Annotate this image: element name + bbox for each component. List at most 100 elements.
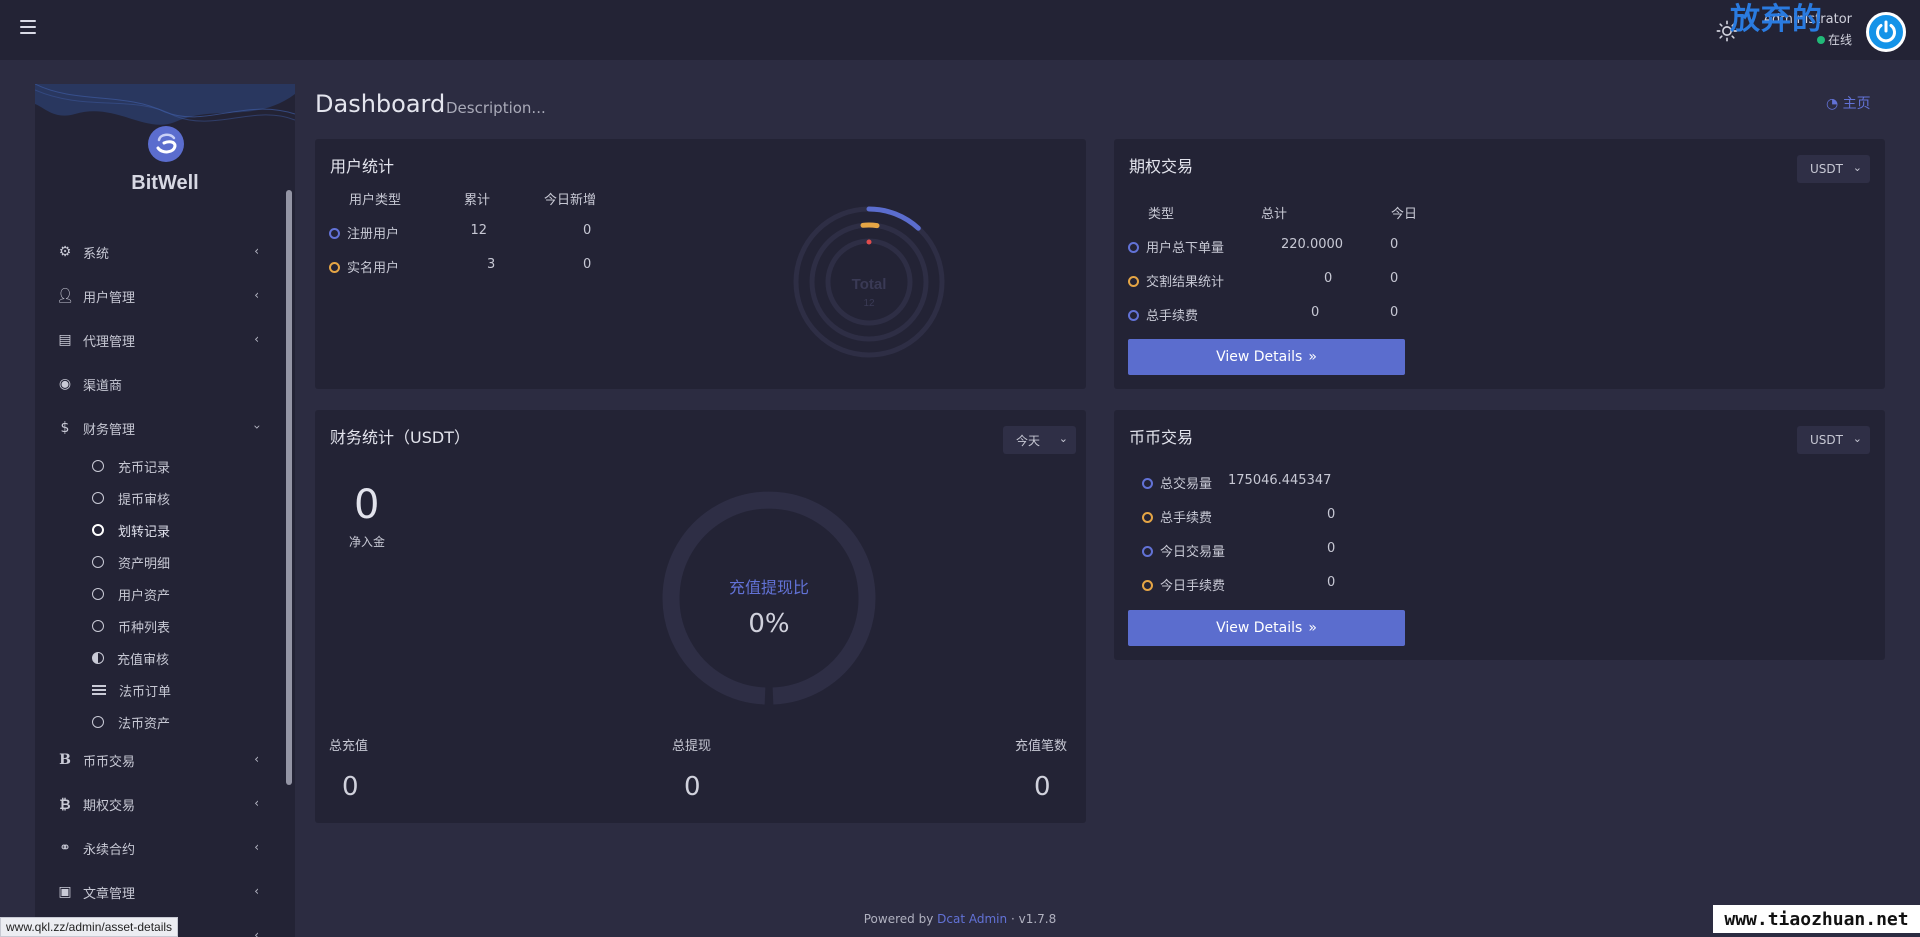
sidebar-item-label: 永续合约 [83, 842, 136, 858]
row-today: 0 [1390, 271, 1399, 286]
column-header: 类型 [1148, 207, 1175, 222]
row-total: 0 [1311, 305, 1320, 320]
period-select[interactable]: 今天 ⌄ [1003, 426, 1076, 454]
total-withdraw-value: 0 [684, 772, 701, 802]
avatar[interactable] [1866, 12, 1906, 52]
chevron-left-icon: ‹ [254, 332, 259, 346]
double-chevron-right-icon: » [1308, 620, 1317, 636]
view-details-button[interactable]: View Details » [1128, 610, 1405, 646]
sidebar-item-articles[interactable]: ▣ 文章管理 ‹ [35, 870, 287, 914]
row-type-label: 实名用户 [347, 261, 400, 276]
sidebar-item-finance[interactable]: $ 财务管理 ‹ [35, 406, 287, 450]
sidebar-item-label: 财务管理 [83, 422, 136, 438]
link-icon: ⚭ [59, 840, 71, 856]
legend-dot-blue [1128, 310, 1139, 321]
chevron-left-icon: ‹ [254, 244, 259, 258]
view-details-button[interactable]: View Details » [1128, 339, 1405, 375]
chart-total-value: 12 [863, 298, 875, 309]
row-type: 注册用户 [329, 223, 399, 242]
deposit-count-label: 充值笔数 [1015, 739, 1068, 754]
power-icon [1876, 20, 1896, 43]
sidebar-item-label: 代理管理 [83, 334, 136, 350]
footer-brand-link[interactable]: Dcat Admin [937, 912, 1007, 926]
circle-icon [92, 588, 104, 600]
sidebar-subitem-label: 用户资产 [118, 588, 171, 604]
sidebar-item-system[interactable]: ⚙ 系统 ‹ [35, 230, 287, 274]
coin-trade-card: 币币交易 USDT ⌄ 总交易量 175046.445347 总手续费 0 今日… [1114, 410, 1885, 660]
overlay-watermark: 放弃的 [1730, 2, 1823, 37]
sidebar-subitem-fiat-orders[interactable]: 法币订单 [35, 674, 287, 706]
row-total: 3 [487, 257, 496, 272]
card-title: 财务统计（USDT） [330, 428, 470, 447]
list-item: 今日手续费 0 [1142, 575, 1442, 595]
user-circle-icon: ◉ [58, 376, 72, 392]
row-total: 220.0000 [1281, 237, 1344, 252]
row-value: 0 [1327, 507, 1336, 522]
currency-select[interactable]: USDT ⌄ [1797, 155, 1870, 183]
chevron-down-icon: ‹ [249, 424, 264, 430]
sidebar-item-perpetual[interactable]: ⚭ 永续合约 ‹ [35, 826, 287, 870]
circle-icon [92, 620, 104, 632]
sidebar-subitem-user-assets[interactable]: 用户资产 [35, 578, 287, 610]
row-label-text: 今日交易量 [1160, 545, 1226, 560]
sidebar-subitem-label: 法币资产 [118, 716, 171, 732]
chevron-down-icon: ⌄ [1058, 432, 1068, 445]
dollar-icon: $ [60, 420, 70, 436]
column-header: 今日 [1391, 207, 1418, 222]
legend-dot-yellow [329, 262, 340, 273]
sidebar-item-users[interactable]: 👤︎ 用户管理 ‹ [35, 274, 287, 318]
bold-b-icon: B [59, 752, 71, 768]
sidebar-item-label: 系统 [83, 246, 110, 262]
double-chevron-right-icon: » [1308, 349, 1317, 365]
list-item: 总交易量 175046.445347 [1142, 473, 1442, 493]
sidebar-scrollbar[interactable] [286, 190, 292, 785]
currency-select[interactable]: USDT ⌄ [1797, 426, 1870, 454]
status-bar-url: www.qkl.zz/admin/asset-details [0, 917, 179, 937]
menu-toggle-icon[interactable] [20, 20, 36, 34]
row-label-text: 今日手续费 [1160, 579, 1226, 594]
table-row: 注册用户 12 0 [329, 223, 629, 243]
sidebar-subitem-currency-list[interactable]: 币种列表 [35, 610, 287, 642]
row-label: 今日交易量 [1142, 541, 1225, 560]
row-value: 175046.445347 [1228, 473, 1332, 488]
sidebar-item-channel[interactable]: ◉ 渠道商 [35, 362, 287, 406]
net-inflow-value: 0 [354, 482, 380, 528]
ratio-value: 0% [748, 609, 789, 639]
sidebar-subitem-withdraw-review[interactable]: 提币审核 [35, 482, 287, 514]
sidebar-subitem-asset-details[interactable]: 资产明细 [35, 546, 287, 578]
chevron-left-icon: ‹ [254, 928, 259, 937]
sidebar-item-label: 币币交易 [83, 754, 136, 770]
sidebar-subitem-deposit-records[interactable]: 充币记录 [35, 450, 287, 482]
legend-dot-blue [1142, 546, 1153, 557]
row-type: 总手续费 [1128, 305, 1198, 324]
sidebar-subitem-label: 划转记录 [118, 524, 171, 540]
row-type: 交割结果统计 [1128, 271, 1224, 290]
sidebar-subitem-recharge-review[interactable]: 充值审核 [35, 642, 287, 674]
sidebar-subitem-fiat-assets[interactable]: 法币资产 [35, 706, 287, 738]
sidebar: BitWell ⚙ 系统 ‹ 👤︎ 用户管理 ‹ ▤ 代理管理 ‹ ◉ 渠道商 … [35, 84, 295, 937]
total-deposit-label: 总充值 [329, 739, 369, 754]
row-type-label: 总手续费 [1146, 309, 1199, 324]
row-type-label: 用户总下单量 [1146, 241, 1225, 256]
options-trade-card: 期权交易 USDT ⌄ 类型 总计 今日 用户总下单量 220.0000 0 交… [1114, 139, 1885, 389]
bitwell-logo-icon [148, 126, 184, 162]
sidebar-item-coin-trade[interactable]: B 币币交易 ‹ [35, 738, 287, 782]
select-value: USDT [1810, 433, 1843, 447]
sidebar-subitem-label: 充值审核 [117, 652, 170, 668]
sidebar-subitem-label: 充币记录 [118, 460, 171, 476]
top-navbar: Administrator 在线 放弃的 [0, 0, 1920, 60]
row-label: 总交易量 [1142, 473, 1212, 492]
sidebar-item-label: 用户管理 [83, 290, 136, 306]
table-row: 实名用户 3 0 [329, 257, 629, 277]
row-type-label: 注册用户 [347, 227, 400, 242]
breadcrumb-home-link[interactable]: ◔ 主页 [1826, 93, 1871, 113]
bitcoin-icon: ₿ [59, 796, 71, 813]
table-header: 用户类型 累计 今日新增 [349, 189, 649, 209]
chevron-left-icon: ‹ [254, 752, 259, 766]
sidebar-item-options-trade[interactable]: ₿ 期权交易 ‹ [35, 782, 287, 826]
sidebar-item-agents[interactable]: ▤ 代理管理 ‹ [35, 318, 287, 362]
column-header: 累计 [464, 193, 491, 208]
select-value: 今天 [1016, 433, 1041, 448]
chevron-down-icon: ⌄ [1852, 432, 1862, 445]
sidebar-subitem-transfer-records[interactable]: 划转记录 [35, 514, 287, 546]
